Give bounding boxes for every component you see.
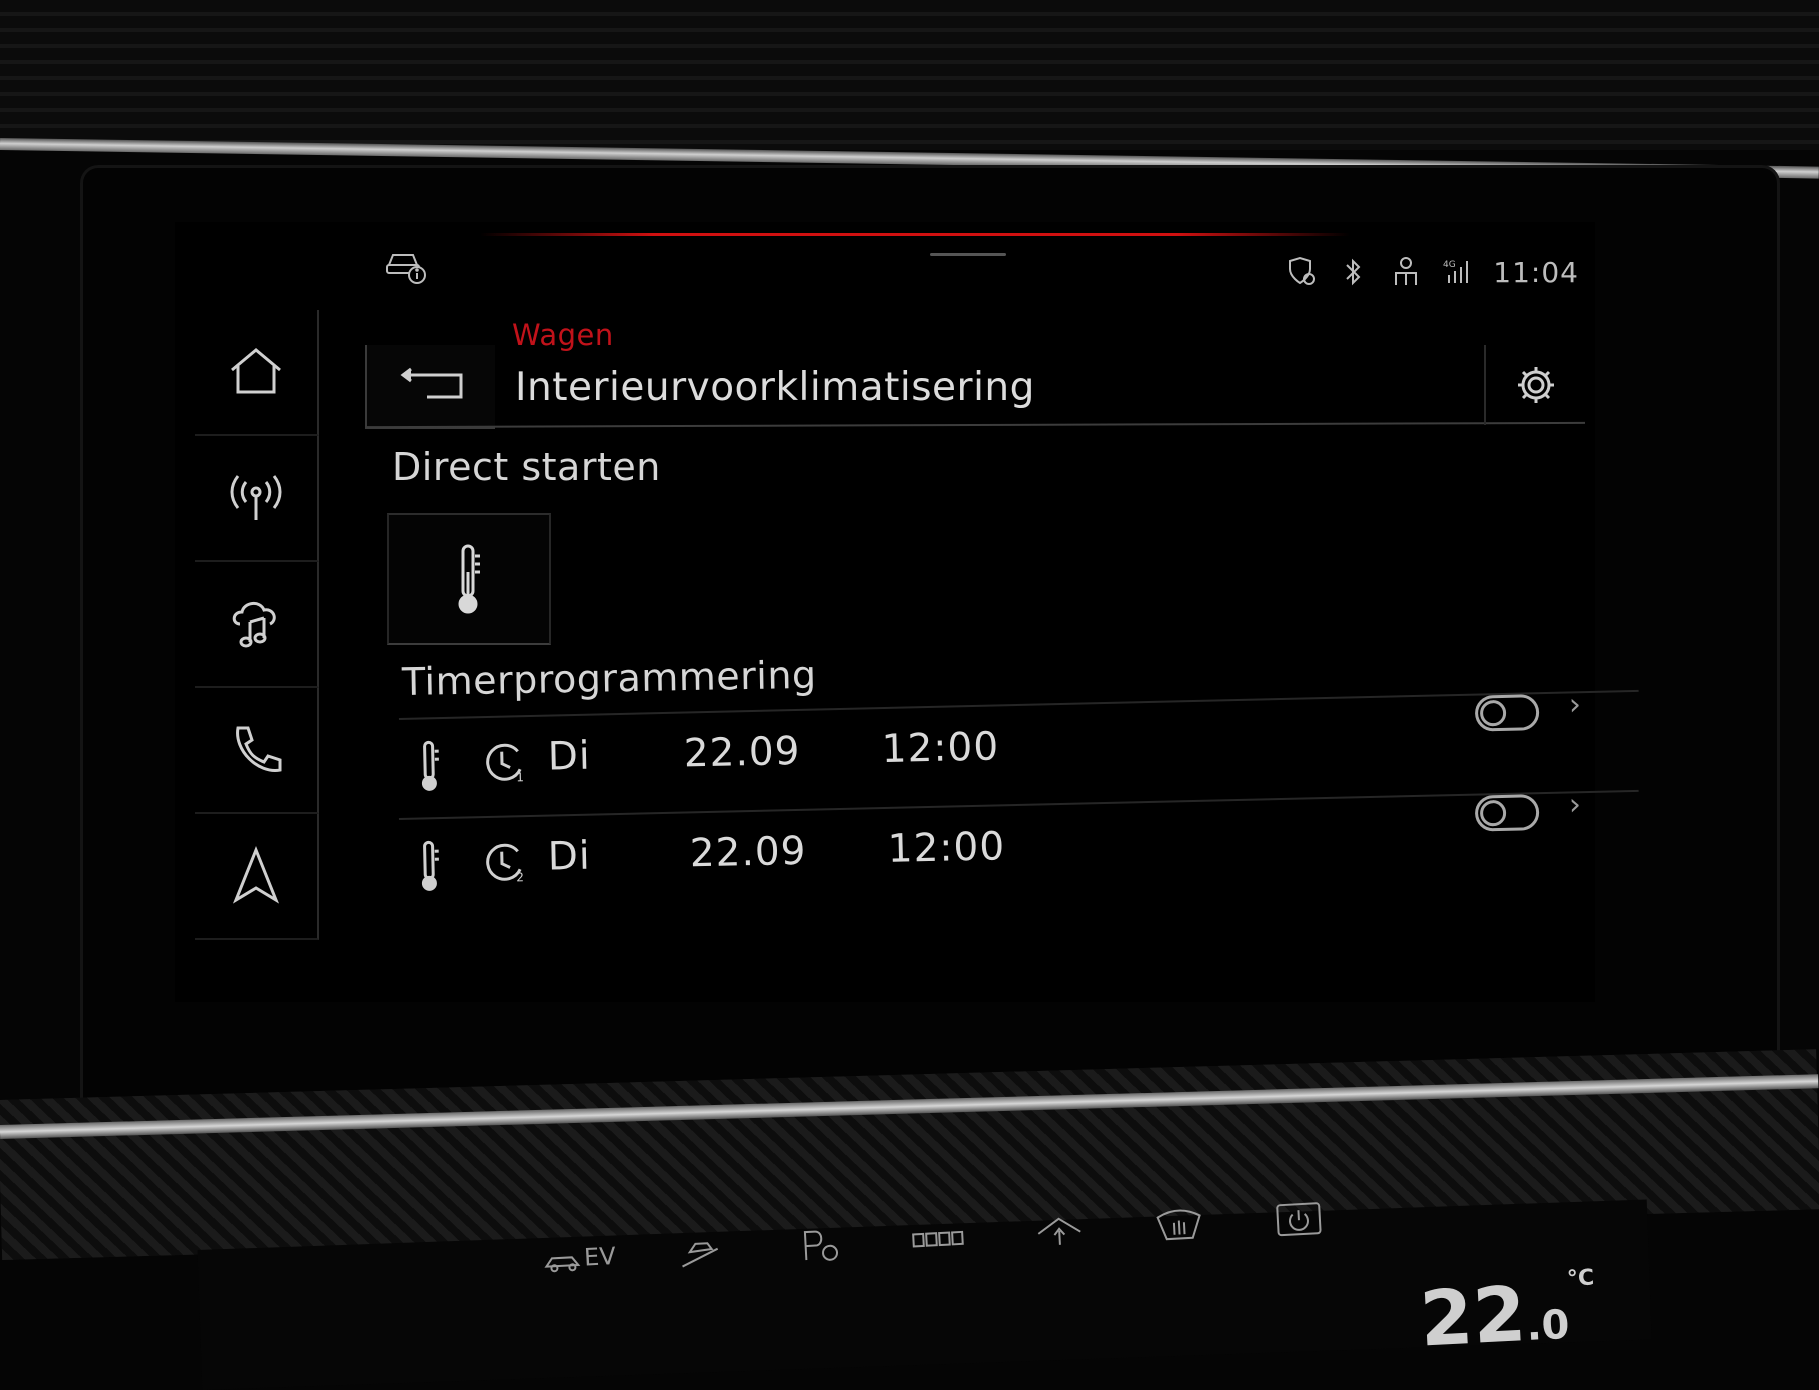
timer-date: 22.09: [689, 829, 807, 877]
sidebar-item-media[interactable]: [195, 562, 319, 688]
svg-text:2: 2: [516, 870, 524, 884]
chevron-right-icon[interactable]: ›: [1569, 787, 1582, 822]
timer-clock-icon: 1: [481, 739, 528, 786]
gear-icon: [1514, 363, 1558, 407]
air-vent: [0, 0, 1819, 150]
rear-window-heat-icon: [911, 1226, 968, 1253]
timer-time: 12:00: [881, 724, 999, 772]
home-link-button[interactable]: [1018, 1201, 1101, 1265]
temperature-unit: °C: [1566, 1265, 1594, 1291]
svg-text:4G: 4G: [1443, 260, 1456, 270]
car-ev-icon: [543, 1243, 585, 1275]
svg-text:1: 1: [516, 770, 524, 784]
navigation-icon: [224, 844, 288, 908]
media-icon: [224, 592, 288, 656]
garage-icon: [1033, 1214, 1085, 1253]
seat-heating-button[interactable]: [898, 1207, 981, 1271]
chevron-right-icon[interactable]: ›: [1569, 687, 1582, 722]
ev-label: EV: [583, 1242, 616, 1272]
timer-clock-icon: 2: [481, 839, 528, 886]
parking-icon: [797, 1224, 843, 1266]
thermometer-icon: [417, 739, 442, 792]
timer-day: Di: [547, 834, 591, 880]
back-button[interactable]: [365, 345, 495, 429]
sidebar-item-navigation[interactable]: [195, 814, 319, 940]
settings-button[interactable]: [1484, 345, 1586, 425]
thermometer-icon: [417, 839, 442, 892]
power-button[interactable]: [1257, 1188, 1340, 1252]
timer-toggle[interactable]: [1475, 794, 1540, 831]
timer-heading: Timerprogrammering: [402, 653, 817, 704]
timer-day: Di: [547, 734, 591, 780]
timer-date: 22.09: [683, 729, 801, 777]
windshield-icon: [1153, 1205, 1205, 1248]
clock: 11:04: [1493, 256, 1579, 289]
breadcrumb[interactable]: Wagen: [512, 318, 614, 352]
hill-descent-button[interactable]: [658, 1220, 741, 1284]
location-shield-icon: [1285, 255, 1319, 289]
direct-start-heading: Direct starten: [392, 445, 661, 489]
person-icon: [1389, 255, 1423, 289]
temperature-main: 22: [1418, 1269, 1528, 1363]
power-icon: [1273, 1199, 1325, 1242]
windshield-heat-button[interactable]: [1138, 1194, 1221, 1258]
page-title: Interieurvoorklimatisering: [515, 365, 1035, 410]
radio-icon: [224, 466, 288, 530]
status-bar: 4G 11:04: [1285, 255, 1579, 289]
accent-line: [480, 233, 1350, 236]
car-info-icon[interactable]: [385, 245, 429, 285]
signal-icon: 4G: [1441, 255, 1475, 289]
bluetooth-icon: [1337, 255, 1371, 289]
sidebar-item-radio[interactable]: [195, 436, 319, 562]
hill-descent-icon: [677, 1231, 723, 1273]
thermometer-icon: [454, 542, 484, 616]
temperature-decimal: .0: [1525, 1302, 1570, 1350]
back-arrow-icon: [391, 361, 471, 411]
home-icon: [224, 340, 288, 404]
direct-start-button[interactable]: [387, 513, 551, 645]
sidebar-item-phone[interactable]: [195, 688, 319, 814]
phone-icon: [224, 718, 288, 782]
sidebar-item-home[interactable]: [195, 310, 319, 436]
ev-mode-button[interactable]: EV: [538, 1226, 621, 1290]
pull-down-handle[interactable]: [930, 253, 1006, 256]
temperature-display[interactable]: 22.0 °C: [1418, 1265, 1598, 1363]
sidebar: [195, 310, 345, 940]
timer-time: 12:00: [887, 824, 1005, 872]
parking-button[interactable]: [778, 1213, 861, 1277]
timer-toggle[interactable]: [1475, 694, 1540, 731]
